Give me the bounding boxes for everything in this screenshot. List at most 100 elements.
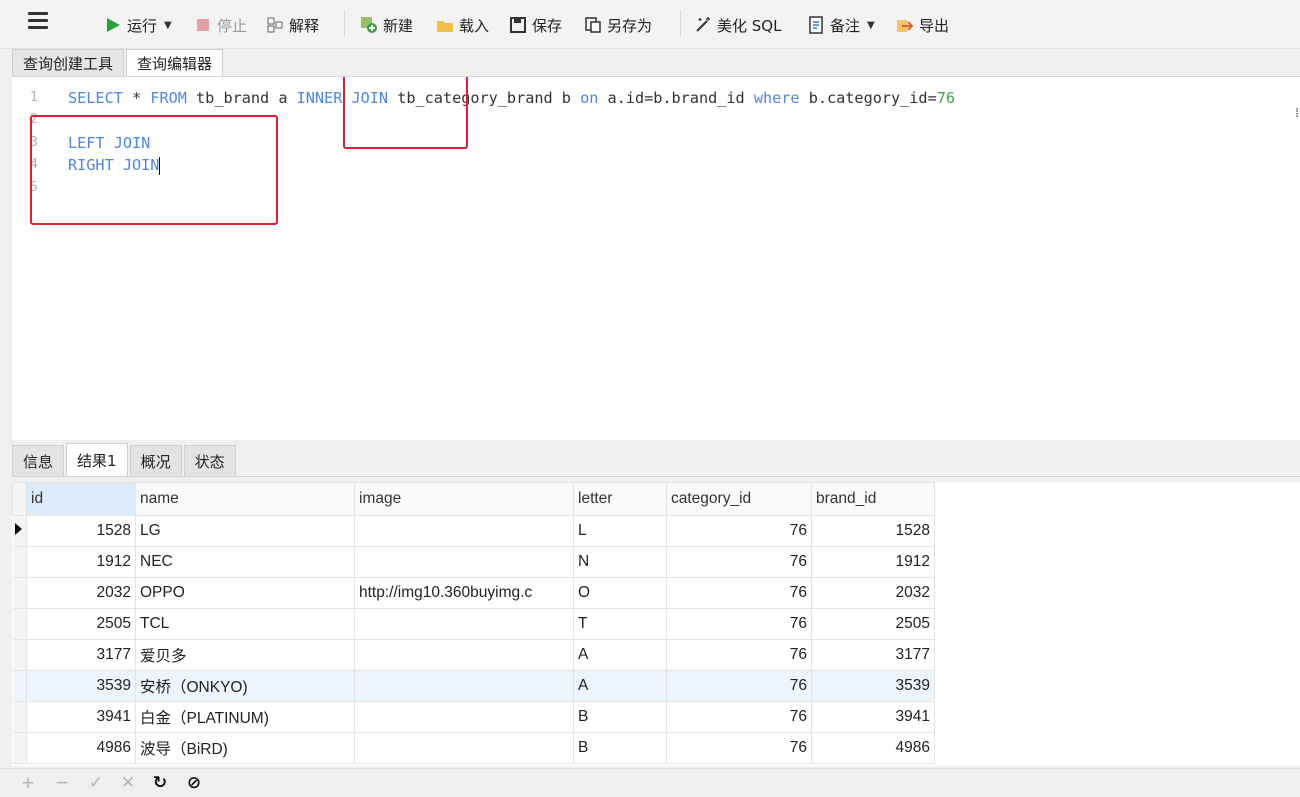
cell-category-id[interactable]: 76 <box>666 608 812 640</box>
cell-brand-id[interactable]: 4986 <box>811 732 935 764</box>
column-header-image[interactable]: image <box>354 482 574 516</box>
tab-status[interactable]: 状态 <box>183 445 236 476</box>
cell-brand-id[interactable]: 1912 <box>811 546 935 578</box>
cell-name[interactable]: 爱贝多 <box>135 639 355 671</box>
cell-letter[interactable]: L <box>573 515 667 547</box>
table-row[interactable]: 2505 TCL T 76 2505 <box>12 608 935 640</box>
explain-button[interactable]: 解释 <box>266 12 319 38</box>
cell-letter[interactable]: B <box>573 732 667 764</box>
cell-name[interactable]: NEC <box>135 546 355 578</box>
cell-letter[interactable]: A <box>573 639 667 671</box>
cell-category-id[interactable]: 76 <box>666 515 812 547</box>
column-header-id[interactable]: id <box>26 482 136 516</box>
cell-id[interactable]: 4986 <box>26 732 136 764</box>
cell-image[interactable] <box>354 546 574 578</box>
table-row[interactable]: 3539 安桥（ONKYO) A 76 3539 <box>12 670 935 702</box>
column-header-name[interactable]: name <box>135 482 355 516</box>
cell-id[interactable]: 2505 <box>26 608 136 640</box>
tab-query-builder[interactable]: 查询创建工具 <box>12 49 125 76</box>
cell-brand-id[interactable]: 3941 <box>811 701 935 733</box>
play-icon <box>107 18 120 32</box>
cell-category-id[interactable]: 76 <box>666 546 812 578</box>
table-row[interactable]: 4986 波导（BiRD) B 76 4986 <box>12 732 935 764</box>
cell-id[interactable]: 3177 <box>26 639 136 671</box>
tab-info[interactable]: 信息 <box>12 445 65 476</box>
cell-category-id[interactable]: 76 <box>666 639 812 671</box>
cell-image[interactable] <box>354 608 574 640</box>
row-indicator <box>12 515 27 547</box>
table-row[interactable]: 1528 LG L 76 1528 <box>12 515 935 547</box>
folder-icon <box>437 21 453 32</box>
result-grid[interactable]: id name image letter category_id brand_id 152… <box>12 482 1300 766</box>
cell-category-id[interactable]: 76 <box>666 701 812 733</box>
sql-keyword: FROM <box>150 89 187 107</box>
stop-query-icon[interactable]: ⊘ <box>184 773 204 793</box>
save-icon <box>510 17 526 33</box>
save-button[interactable]: 保存 <box>509 12 562 38</box>
export-button[interactable]: 导出 <box>896 12 949 38</box>
cell-name[interactable]: TCL <box>135 608 355 640</box>
tab-profile[interactable]: 概况 <box>129 445 182 476</box>
sql-keyword: SELECT <box>68 89 123 107</box>
note-icon <box>809 16 823 34</box>
column-header-brand-id[interactable]: brand_id <box>811 482 935 516</box>
column-header-category-id[interactable]: category_id <box>666 482 812 516</box>
table-row[interactable]: 2032 OPPO http://img10.360buyimg.c O 76 2032 <box>12 577 935 609</box>
tab-result-1[interactable]: 结果1 <box>66 443 128 476</box>
explain-label: 解释 <box>289 16 320 35</box>
add-record-icon[interactable]: + <box>18 773 38 793</box>
sql-editor[interactable]: 1 SELECT * FROM tb_brand a INNER JOIN tb_… <box>12 77 1300 440</box>
run-dropdown-icon[interactable]: ▼ <box>164 20 172 31</box>
beautify-sql-button[interactable]: 美化 SQL <box>694 12 781 38</box>
cell-id[interactable]: 1528 <box>26 515 136 547</box>
cell-image[interactable] <box>354 732 574 764</box>
cell-name[interactable]: 波导（BiRD) <box>135 732 355 764</box>
stop-button[interactable]: 停止 <box>194 12 247 38</box>
cell-brand-id[interactable]: 2032 <box>811 577 935 609</box>
cell-image[interactable]: http://img10.360buyimg.c <box>354 577 574 609</box>
cell-name[interactable]: 安桥（ONKYO) <box>135 670 355 702</box>
run-button[interactable]: 运行 ▼ <box>104 12 172 38</box>
cell-category-id[interactable]: 76 <box>666 670 812 702</box>
cell-brand-id[interactable]: 3539 <box>811 670 935 702</box>
apply-changes-icon[interactable]: ✓ <box>86 773 106 793</box>
cell-brand-id[interactable]: 2505 <box>811 608 935 640</box>
cell-name[interactable]: 白金（PLATINUM) <box>135 701 355 733</box>
code-line[interactable]: 1 SELECT * FROM tb_brand a INNER JOIN tb_… <box>12 87 1282 109</box>
cell-brand-id[interactable]: 1528 <box>811 515 935 547</box>
tab-query-editor[interactable]: 查询编辑器 <box>126 49 224 76</box>
comment-button[interactable]: 备注 ▼ <box>807 12 875 38</box>
cell-letter[interactable]: B <box>573 701 667 733</box>
cell-id[interactable]: 2032 <box>26 577 136 609</box>
cell-brand-id[interactable]: 3177 <box>811 639 935 671</box>
table-row[interactable]: 1912 NEC N 76 1912 <box>12 546 935 578</box>
current-row-arrow-icon <box>14 523 22 535</box>
cell-category-id[interactable]: 76 <box>666 732 812 764</box>
cell-id[interactable]: 1912 <box>26 546 136 578</box>
cell-letter[interactable]: O <box>573 577 667 609</box>
cell-letter[interactable]: A <box>573 670 667 702</box>
menu-icon[interactable] <box>28 12 48 32</box>
table-row[interactable]: 3177 爱贝多 A 76 3177 <box>12 639 935 671</box>
comment-dropdown-icon[interactable]: ▼ <box>867 20 875 31</box>
load-button[interactable]: 载入 <box>436 12 489 38</box>
discard-changes-icon[interactable]: ✕ <box>118 773 138 793</box>
cell-name[interactable]: LG <box>135 515 355 547</box>
cell-image[interactable] <box>354 701 574 733</box>
cell-id[interactable]: 3539 <box>26 670 136 702</box>
column-header-letter[interactable]: letter <box>573 482 667 516</box>
cell-image[interactable] <box>354 670 574 702</box>
cell-image[interactable] <box>354 515 574 547</box>
refresh-icon[interactable]: ↻ <box>150 773 170 793</box>
table-row[interactable]: 3941 白金（PLATINUM) B 76 3941 <box>12 701 935 733</box>
new-button[interactable]: 新建 <box>360 12 413 38</box>
row-indicator <box>12 577 27 609</box>
cell-image[interactable] <box>354 639 574 671</box>
cell-category-id[interactable]: 76 <box>666 577 812 609</box>
cell-letter[interactable]: N <box>573 546 667 578</box>
cell-id[interactable]: 3941 <box>26 701 136 733</box>
cell-letter[interactable]: T <box>573 608 667 640</box>
save-as-button[interactable]: 另存为 <box>584 12 652 38</box>
cell-name[interactable]: OPPO <box>135 577 355 609</box>
delete-record-icon[interactable]: − <box>52 773 72 793</box>
